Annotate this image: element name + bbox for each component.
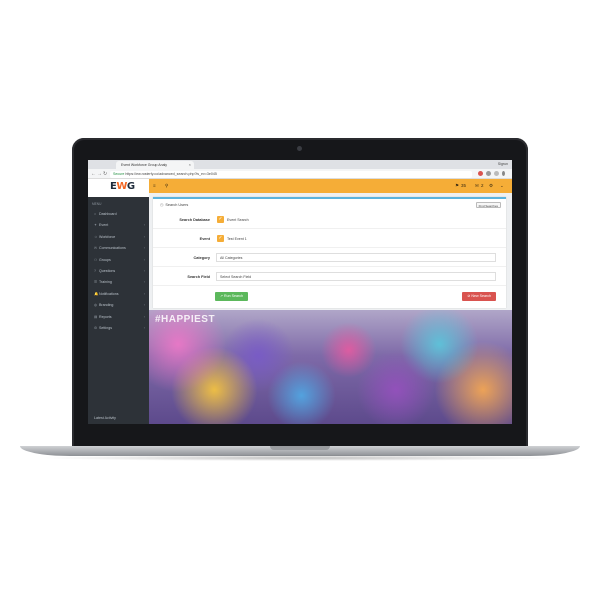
sidebar-item-questions[interactable]: ? Questions › (88, 266, 149, 277)
sidebar-item-settings[interactable]: ⚙ Settings › (88, 323, 149, 334)
reload-icon[interactable]: ↻ (103, 170, 107, 178)
search-database-checkbox[interactable]: ✓ (217, 216, 224, 223)
logo[interactable]: EWG (110, 181, 135, 192)
sidebar-item-communications[interactable]: ✉ Communications › (88, 243, 149, 254)
sidebar-item-label: Workforce (99, 234, 116, 239)
logo-letter: W (116, 181, 127, 192)
top-header: ≡ ⚲ ⚑ 35 ✉ 2 ⚙ ⌄ (149, 179, 512, 193)
sidebar-item-label: Dashboard (99, 212, 117, 216)
sidebar-item-dashboard[interactable]: ⌂ Dashboard (88, 209, 149, 220)
sidebar-item-training[interactable]: ☰ Training › (88, 277, 149, 288)
notification-count: 35 (461, 183, 467, 188)
browser-tab-bar: Event Workforce Group Analy × Sigrun (88, 160, 512, 175)
chevron-right-icon: › (143, 303, 145, 308)
sidebar: EWG MENU ⌂ Dashboard ✦ Event › ☺Workforce › … (88, 179, 149, 424)
sidebar-item-label: Training (99, 280, 112, 285)
sidebar-item-label: Communications (99, 246, 126, 251)
sidebar-item-label: Event (99, 223, 109, 228)
message-count: 2 (481, 183, 484, 188)
search-icon[interactable]: ⚲ (165, 179, 168, 193)
extension-icon[interactable] (478, 171, 483, 176)
search-field-label: Search Field (187, 275, 210, 279)
event-checkbox[interactable]: ✓ (217, 235, 224, 242)
category-row: Category All Categories (153, 249, 506, 267)
panel-title: ◷ Search Users (160, 202, 188, 207)
chevron-right-icon: › (143, 268, 145, 273)
browser-tab[interactable]: Event Workforce Group Analy × (116, 161, 194, 169)
sidebar-item-event[interactable]: ✦ Event › (88, 220, 149, 231)
hero-hashtag: #HAPPIEST (155, 314, 216, 325)
category-select[interactable]: All Categories (216, 253, 496, 262)
sidebar-item-label: Groups (99, 257, 111, 262)
chevron-right-icon: › (143, 325, 145, 330)
clock-icon: ◷ (160, 203, 164, 207)
gear-icon[interactable]: ⚙ (489, 179, 493, 193)
sidebar-item-label: Settings (99, 325, 112, 330)
tab-title: Event Workforce Group Analy (121, 163, 168, 167)
sidebar-item-label: Reports (99, 314, 112, 319)
sidebar-item-reports[interactable]: ▤ Reports › (88, 312, 149, 323)
main-content: #HAPPIEST ◷ Search Users Find Searches Se… (149, 193, 512, 424)
address-bar: ← → ↻ Secure https://ew.rosterfy.co/adva… (88, 169, 512, 179)
chevron-right-icon: › (143, 291, 145, 296)
sidebar-nav: ⌂ Dashboard ✦ Event › ☺Workforce › ✉ Communic… (88, 209, 149, 334)
message-icon[interactable]: ✉ (475, 179, 479, 193)
logo-letter: G (126, 181, 135, 192)
webcam (297, 146, 302, 151)
event-label: Event (199, 237, 210, 241)
screen: Event Workforce Group Analy × Sigrun ← →… (88, 160, 512, 424)
search-field-select[interactable]: Select Search Field (216, 272, 496, 281)
new-search-button[interactable]: ⊘ New Search (462, 292, 496, 301)
search-database-row: Search Database ✓ Event Search (153, 211, 506, 229)
sidebar-item-groups[interactable]: ⚇ Groups › (88, 255, 149, 266)
forward-icon[interactable]: → (97, 170, 102, 178)
sidebar-item-workforce[interactable]: ☺Workforce › (88, 232, 149, 243)
event-crowd-photo: #HAPPIEST (149, 310, 512, 424)
url-text: https://ew.rosterfy.co/advanced_search.p… (125, 171, 217, 176)
chevron-right-icon: › (143, 223, 145, 228)
category-label: Category (193, 256, 210, 260)
chevron-right-icon: › (143, 246, 145, 251)
flag-icon[interactable]: ⚑ (455, 179, 459, 193)
run-search-button[interactable]: ↗ Run Search (215, 292, 248, 301)
panel-title-text: Search Users (165, 203, 189, 207)
chevron-right-icon: › (143, 280, 145, 285)
find-searches-button[interactable]: Find Searches (475, 202, 501, 208)
chevron-down-icon[interactable]: ⌄ (500, 179, 504, 193)
browser-menu-icon[interactable] (502, 171, 505, 176)
secure-label: Secure (113, 171, 125, 176)
tab-close-icon[interactable]: × (189, 161, 191, 169)
search-database-value: Event Search (227, 218, 249, 222)
search-field-row: Search Field Select Search Field (153, 268, 506, 286)
extension-icon[interactable] (486, 171, 491, 176)
logo-area: EWG (88, 179, 149, 197)
search-users-panel: ◷ Search Users Find Searches Search Datab… (153, 197, 506, 308)
chevron-right-icon: › (143, 314, 145, 319)
sidebar-item-branding[interactable]: ◍ Branding › (88, 300, 149, 311)
back-icon[interactable]: ← (91, 170, 96, 178)
search-database-label: Search Database (179, 218, 210, 222)
sidebar-item-label: Questions (99, 268, 116, 273)
star-icon[interactable] (494, 171, 499, 176)
event-value: Test Event 1 (227, 237, 247, 241)
chevron-right-icon: › (143, 234, 145, 239)
url-input[interactable]: Secure https://ew.rosterfy.co/advanced_s… (110, 170, 472, 178)
menu-icon[interactable]: ≡ (153, 179, 156, 193)
laptop-notch (270, 446, 330, 450)
sidebar-item-label: Notifications (99, 291, 119, 296)
menu-heading: MENU (92, 202, 102, 206)
event-row: Event ✓ Test Event 1 (153, 230, 506, 248)
browser-profile-name[interactable]: Sigrun (498, 160, 508, 169)
laptop-shadow (40, 455, 560, 461)
sidebar-item-label: Branding (99, 303, 114, 308)
latest-activity-link[interactable]: Latest Activity (94, 416, 116, 420)
sidebar-item-notifications[interactable]: 🔔Notifications › (88, 289, 149, 300)
chevron-right-icon: › (143, 257, 145, 262)
